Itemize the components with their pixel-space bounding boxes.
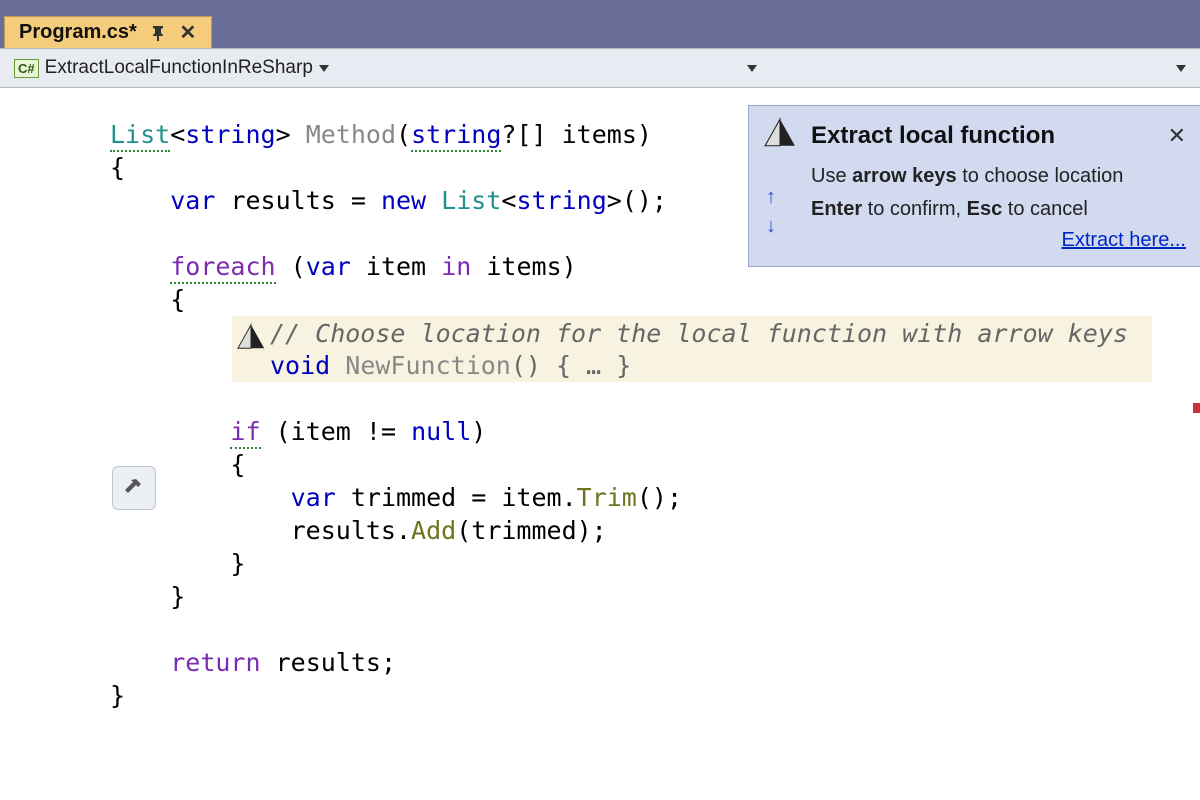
- quick-action-icon[interactable]: [112, 466, 156, 510]
- pyramid-icon: [763, 116, 797, 155]
- extract-popup: Extract local function ✕ Use arrow keys …: [748, 105, 1200, 267]
- csharp-badge-icon: C#: [14, 59, 39, 78]
- scroll-marker: [1193, 403, 1200, 413]
- namespace-dropdown[interactable]: C# ExtractLocalFunctionInReSharp: [6, 53, 337, 83]
- close-icon[interactable]: ✕: [179, 24, 197, 42]
- popup-hint-2: Enter to confirm, Esc to cancel: [811, 198, 1186, 221]
- popup-hint-1: Use arrow keys to choose location: [811, 165, 1186, 188]
- chevron-down-icon: [319, 65, 329, 72]
- pyramid-icon: [232, 318, 270, 352]
- nav-row: C# ExtractLocalFunctionInReSharp: [0, 48, 1200, 88]
- editor-area[interactable]: List<string> Method(string?[] items) { v…: [0, 88, 1200, 800]
- tab-bar: Program.cs* ✕: [0, 0, 1200, 48]
- popup-title: Extract local function: [811, 122, 1154, 150]
- hint-comment: // Choose location for the local functio…: [270, 319, 1128, 348]
- insertion-hint: // Choose location for the local functio…: [232, 316, 1152, 382]
- member-dropdown[interactable]: [771, 53, 1194, 83]
- tab-title: Program.cs*: [19, 21, 137, 44]
- class-dropdown[interactable]: [343, 53, 766, 83]
- chevron-down-icon: [1176, 65, 1186, 72]
- dropdown-text: ExtractLocalFunctionInReSharp: [45, 57, 313, 79]
- pin-icon[interactable]: [149, 24, 167, 42]
- chevron-down-icon: [747, 65, 757, 72]
- arrow-down-icon[interactable]: ↓: [766, 215, 776, 238]
- file-tab[interactable]: Program.cs* ✕: [4, 16, 212, 48]
- close-icon[interactable]: ✕: [1168, 123, 1186, 149]
- arrow-up-icon[interactable]: ↑: [766, 186, 776, 209]
- extract-here-link[interactable]: Extract here...: [1062, 229, 1187, 251]
